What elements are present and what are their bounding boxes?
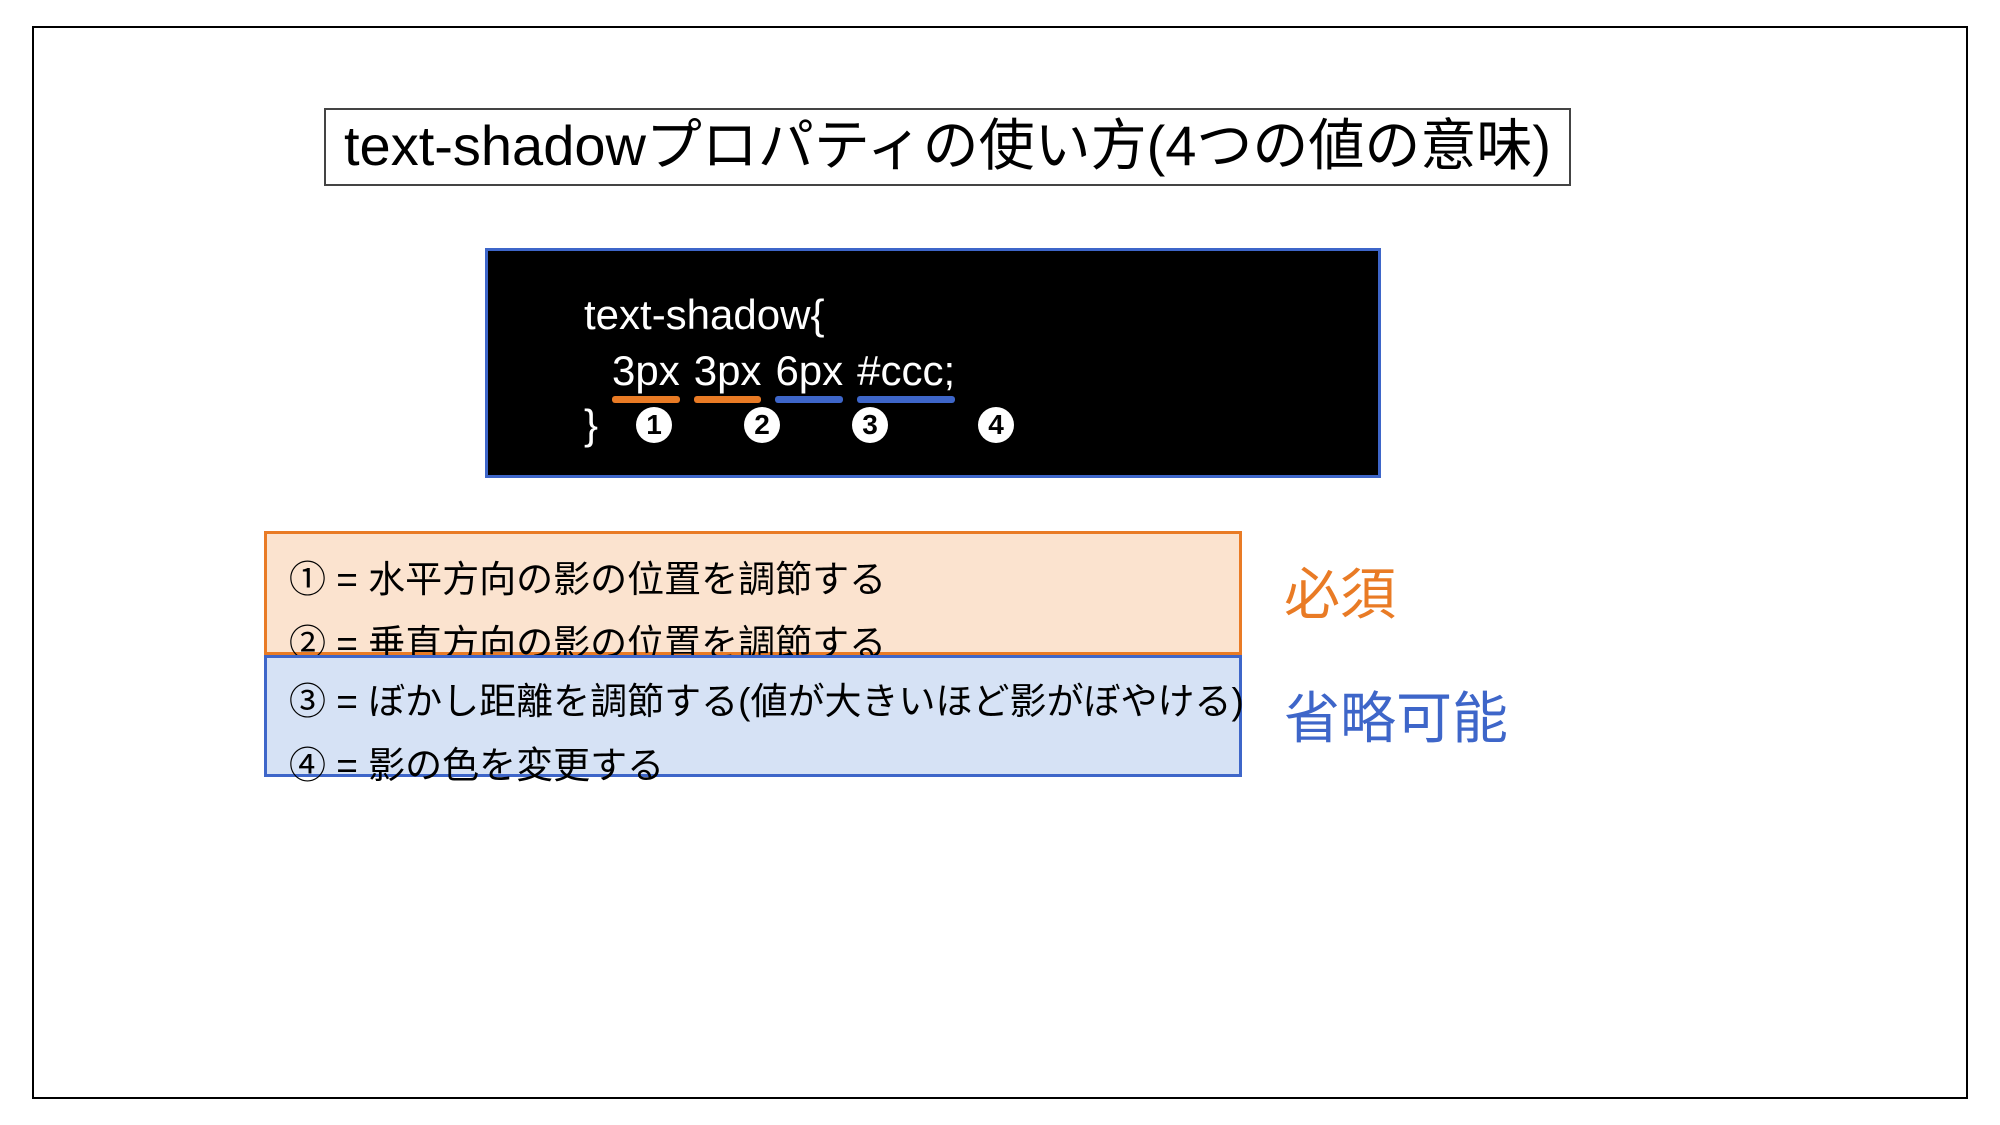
desc-line-4: ④ = 影の色を変更する xyxy=(289,735,1217,789)
marker-4-icon: 4 xyxy=(978,407,1014,443)
label-required: 必須 xyxy=(1284,550,1396,631)
marker-1-icon: 1 xyxy=(636,407,672,443)
marker-2-icon: 2 xyxy=(744,407,780,443)
code-value-2: 3px xyxy=(694,347,762,401)
marker-3-icon: 3 xyxy=(852,407,888,443)
slide-frame: text-shadowプロパティの使い方(4つの値の意味) text-shado… xyxy=(32,26,1968,1099)
code-value-1: 3px xyxy=(612,347,680,401)
desc-line-1: ① = 水平方向の影の位置を調節する xyxy=(289,549,1217,603)
code-declaration: text-shadow{ xyxy=(584,291,824,339)
code-value-3: 6px xyxy=(775,347,843,401)
slide-title: text-shadowプロパティの使い方(4つの値の意味) xyxy=(324,108,1571,186)
code-values: 3px3px6px#ccc; xyxy=(612,347,955,401)
code-close-brace: } xyxy=(584,401,598,449)
code-block: text-shadow{ 3px3px6px#ccc; } 1 2 3 4 xyxy=(485,248,1381,478)
code-value-4: #ccc; xyxy=(857,347,955,401)
required-values-box: ① = 水平方向の影の位置を調節する ② = 垂直方向の影の位置を調節する xyxy=(264,531,1242,655)
label-optional: 省略可能 xyxy=(1284,674,1508,755)
desc-line-3: ③ = ぼかし距離を調節する(値が大きいほど影がぼやける) xyxy=(289,671,1217,725)
optional-values-box: ③ = ぼかし距離を調節する(値が大きいほど影がぼやける) ④ = 影の色を変更… xyxy=(264,655,1242,777)
